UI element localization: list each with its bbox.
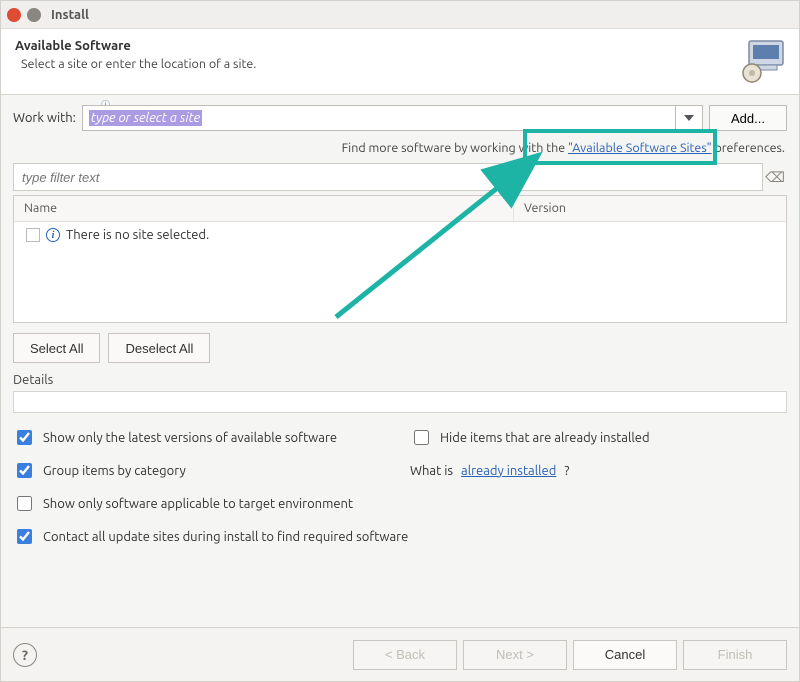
row-checkbox[interactable] <box>26 228 40 242</box>
contact-sites-checkbox[interactable] <box>17 529 32 544</box>
latest-versions-label: Show only the latest versions of availab… <box>43 431 337 445</box>
dialog-footer: ? < Back Next > Cancel Finish <box>1 627 799 681</box>
details-box <box>13 391 787 413</box>
filter-input[interactable] <box>13 163 763 191</box>
hint-text: Find more software by working with the "… <box>13 141 787 155</box>
work-with-label: Work with: <box>13 111 76 125</box>
install-wizard-icon <box>739 35 789 86</box>
deselect-all-button[interactable]: Deselect All <box>108 333 210 363</box>
option-hide-installed[interactable]: Hide items that are already installed <box>410 427 787 448</box>
already-installed-link[interactable]: already installed <box>461 464 556 478</box>
wizard-banner: Available Software Select a site or ente… <box>1 29 799 95</box>
details-label: Details <box>13 373 787 387</box>
hide-installed-checkbox[interactable] <box>414 430 429 445</box>
target-env-checkbox[interactable] <box>17 496 32 511</box>
window-title: Install <box>51 8 89 22</box>
target-env-label: Show only software applicable to target … <box>43 497 353 511</box>
column-version[interactable]: Version <box>514 196 786 221</box>
chevron-down-icon <box>684 115 694 121</box>
option-contact-sites[interactable]: Contact all update sites during install … <box>13 526 787 547</box>
options-grid: Show only the latest versions of availab… <box>13 427 787 547</box>
contact-sites-label: Contact all update sites during install … <box>43 530 408 544</box>
option-target-env[interactable]: Show only software applicable to target … <box>13 493 787 514</box>
work-with-row: ⓘ Work with: type or select a site Add..… <box>13 105 787 131</box>
banner-heading: Available Software <box>15 39 785 53</box>
option-latest-versions[interactable]: Show only the latest versions of availab… <box>13 427 390 448</box>
filter-row: ⌫ <box>13 163 787 191</box>
work-with-combo[interactable]: type or select a site <box>82 105 703 131</box>
whatis-post: ? <box>564 464 569 478</box>
table-header: Name Version <box>14 196 786 222</box>
back-button[interactable]: < Back <box>353 640 457 670</box>
software-table: Name Version i There is no site selected… <box>13 195 787 323</box>
dialog-body: ⓘ Work with: type or select a site Add..… <box>1 95 799 547</box>
empty-message: There is no site selected. <box>66 228 209 242</box>
minimize-icon[interactable] <box>27 8 41 22</box>
install-dialog: Install Available Software Select a site… <box>0 0 800 682</box>
selection-buttons: Select All Deselect All <box>13 333 787 363</box>
column-name[interactable]: Name <box>14 196 514 221</box>
help-button[interactable]: ? <box>13 643 37 667</box>
whatis-pre: What is <box>410 464 453 478</box>
next-button[interactable]: Next > <box>463 640 567 670</box>
what-is-installed: What is already installed? <box>410 460 787 481</box>
group-category-checkbox[interactable] <box>17 463 32 478</box>
select-all-button[interactable]: Select All <box>13 333 100 363</box>
work-with-dropdown-button[interactable] <box>675 105 703 131</box>
hint-pre: Find more software by working with the <box>342 141 568 155</box>
add-site-button[interactable]: Add... <box>709 105 787 131</box>
titlebar: Install <box>1 1 799 29</box>
close-icon[interactable] <box>7 8 21 22</box>
work-with-input[interactable]: type or select a site <box>82 105 675 131</box>
table-row: i There is no site selected. <box>14 222 786 248</box>
finish-button[interactable]: Finish <box>683 640 787 670</box>
hide-installed-label: Hide items that are already installed <box>440 431 650 445</box>
group-category-label: Group items by category <box>43 464 186 478</box>
info-icon: i <box>46 228 60 242</box>
option-group-category[interactable]: Group items by category <box>13 460 390 481</box>
cancel-button[interactable]: Cancel <box>573 640 677 670</box>
latest-versions-checkbox[interactable] <box>17 430 32 445</box>
hint-post: preferences. <box>712 141 785 155</box>
banner-subtext: Select a site or enter the location of a… <box>21 57 785 71</box>
clear-filter-icon[interactable]: ⌫ <box>763 169 787 186</box>
available-software-sites-link[interactable]: "Available Software Sites" <box>568 141 712 155</box>
